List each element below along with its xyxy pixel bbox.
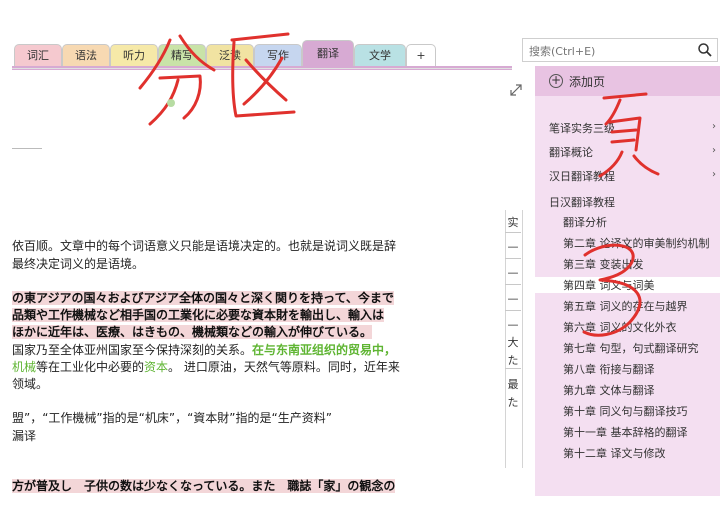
page-item[interactable]: 第四章 词义与词美 — [535, 277, 720, 293]
page-item[interactable]: 第六章 词义的文化外衣 — [563, 319, 677, 335]
translation-line: 国家乃至全体亚州国家至今保持深刻的关系。在与东南亚组织的贸易中， — [12, 343, 397, 357]
page-item[interactable]: 翻译分析 — [563, 214, 607, 230]
page-item[interactable]: 第三章 变装出发 — [563, 256, 644, 272]
add-page-label: 添加页 — [569, 75, 606, 89]
add-page-button[interactable]: + 添加页 — [535, 66, 720, 96]
content-top-border — [12, 68, 512, 69]
page-item[interactable]: 第十章 同义句与翻译技巧 — [563, 403, 688, 419]
plus-icon: + — [549, 73, 563, 88]
expand-icon[interactable] — [510, 84, 522, 96]
column-rule — [505, 310, 521, 311]
note-line: 漏译 — [12, 429, 37, 443]
page-item[interactable]: 第二章 论译文的审美制约机制 — [563, 235, 710, 251]
tab-2[interactable]: 听力 — [110, 44, 158, 67]
page-item[interactable]: 日汉翻译教程 — [549, 194, 615, 210]
tab-1[interactable]: 语法 — [62, 44, 110, 67]
search-input[interactable] — [527, 40, 691, 62]
search-icon[interactable] — [697, 42, 713, 58]
column-cell: た — [507, 396, 519, 409]
page-item[interactable]: 笔译实务三级 — [549, 120, 615, 136]
page-item[interactable]: 第九章 文体与翻译 — [563, 382, 655, 398]
tab-4[interactable]: 泛读 — [206, 44, 254, 67]
section-tab-bar: 词汇 语法 听力 精写 泛读 写作 翻译 文学 + — [0, 38, 520, 69]
japanese-line: 方が普及し 子供の数は少なくなっている。また 職誌「家」の観念の — [12, 479, 396, 493]
tab-5[interactable]: 写作 — [254, 44, 302, 67]
page-list: 笔译实务三级 › 翻译概论 › 汉日翻译教程 › 日汉翻译教程 翻译分析第二章 论译文的审美制… — [535, 96, 720, 496]
column-rule — [505, 232, 521, 233]
chevron-right-icon[interactable]: › — [712, 121, 716, 132]
column-cell: — — [507, 240, 519, 253]
translation-line: 机械等在工业化中必要的资本。 进口原油，天然气等原料。同时，近年来 — [12, 360, 400, 374]
page-item[interactable]: 第八章 衔接与翻译 — [563, 361, 655, 377]
column-cell: 大 — [507, 336, 519, 349]
translation-line: 领域。 — [12, 377, 49, 391]
japanese-line: 品類や工作機械など相手国の工業化に必要な資本財を輸出し、輸入は — [12, 308, 385, 322]
page-item[interactable]: 翻译概论 — [549, 144, 593, 160]
page-item[interactable]: 第十二章 译文与修改 — [563, 445, 666, 461]
column-rule — [505, 258, 521, 259]
search-box[interactable] — [522, 38, 718, 62]
column-cell: — — [507, 266, 519, 279]
tab-7[interactable]: 文学 — [354, 44, 406, 67]
tab-0[interactable]: 词汇 — [14, 44, 62, 67]
paragraph-line: 最终决定词义的是语境。 — [12, 257, 145, 271]
paragraph-line: 依百顺。文章中的每个词语意义只能是语境决定的。也就是说词义既是辞 — [12, 239, 397, 253]
chevron-right-icon[interactable]: › — [712, 145, 716, 156]
column-cell: た — [507, 354, 519, 367]
add-section-button[interactable]: + — [406, 44, 436, 67]
page-item[interactable]: 第十一章 基本辞格的翻译 — [563, 424, 688, 440]
japanese-line: ほかに近年は、医療、はきもの、機械類などの輸入が伸びている。 — [12, 325, 373, 339]
column-cell: — — [507, 292, 519, 305]
note-line: 盟”，“工作機械”指的是“机床”，“資本財”指的是“生产资料” — [12, 411, 332, 425]
column-rule — [505, 284, 521, 285]
column-cell: 最 — [507, 378, 519, 391]
tab-6[interactable]: 翻译 — [302, 40, 354, 69]
page-item[interactable]: 汉日翻译教程 — [549, 168, 615, 184]
japanese-line: の東アジアの国々およびアジア全体の国々と深く関りを持って、今まで — [12, 291, 394, 305]
tab-3[interactable]: 精写 — [158, 44, 206, 67]
column-cell: — — [507, 318, 519, 331]
page-item[interactable]: 第七章 句型，句式翻译研究 — [563, 340, 699, 356]
page-item[interactable]: 第五章 词义的存在与越界 — [563, 298, 688, 314]
chevron-right-icon[interactable]: › — [712, 169, 716, 180]
column-cell: 实 — [507, 216, 519, 229]
divider — [12, 148, 42, 149]
column-rule — [505, 368, 521, 369]
